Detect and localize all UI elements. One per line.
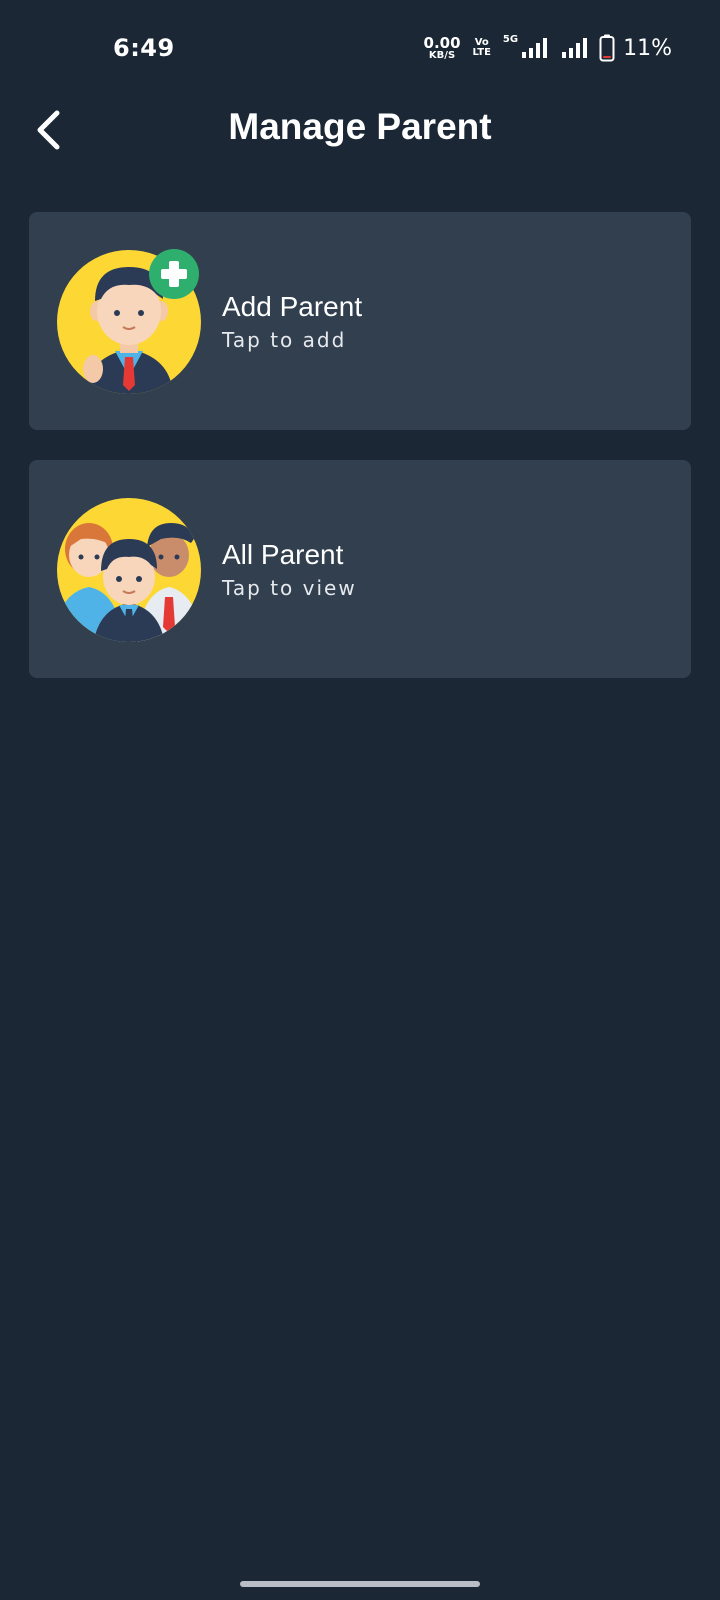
add-parent-title: Add Parent (222, 291, 363, 322)
all-parent-text: All Parent Tap to view (222, 538, 357, 602)
signal-strength-icon (562, 38, 588, 58)
status-icons: 0.00 KB/S Vo LTE 5G 11% (424, 32, 672, 64)
network-speed-unit: KB/S (428, 49, 456, 61)
add-parent-subtitle: Tap to add (222, 328, 347, 352)
all-parent-title: All Parent (222, 539, 344, 570)
volte-bottom-label: LTE (472, 47, 491, 58)
page-title: Manage Parent (228, 106, 492, 147)
app-header: Manage Parent (0, 90, 720, 170)
status-time: 6:49 (113, 34, 175, 62)
battery-icon (599, 34, 615, 62)
add-parent-card[interactable]: Add Parent Tap to add (29, 212, 691, 430)
network-speed-value: 0.00 (423, 33, 461, 52)
all-parent-subtitle: Tap to view (222, 576, 357, 600)
all-parent-card[interactable]: All Parent Tap to view (29, 460, 691, 678)
add-parent-avatar-icon (57, 249, 201, 394)
signal-strength-icon (522, 38, 548, 58)
parents-group-icon (57, 498, 201, 642)
status-bar: 6:49 0.00 KB/S Vo LTE 5G 11% (0, 0, 720, 100)
network-speed: 0.00 KB/S (423, 33, 461, 61)
network-type-label: 5G (502, 34, 519, 45)
battery-percent: 11% (623, 35, 672, 61)
volte-indicator: Vo LTE (473, 38, 491, 58)
home-indicator[interactable] (240, 1581, 480, 1587)
add-parent-text: Add Parent Tap to add (222, 290, 362, 354)
